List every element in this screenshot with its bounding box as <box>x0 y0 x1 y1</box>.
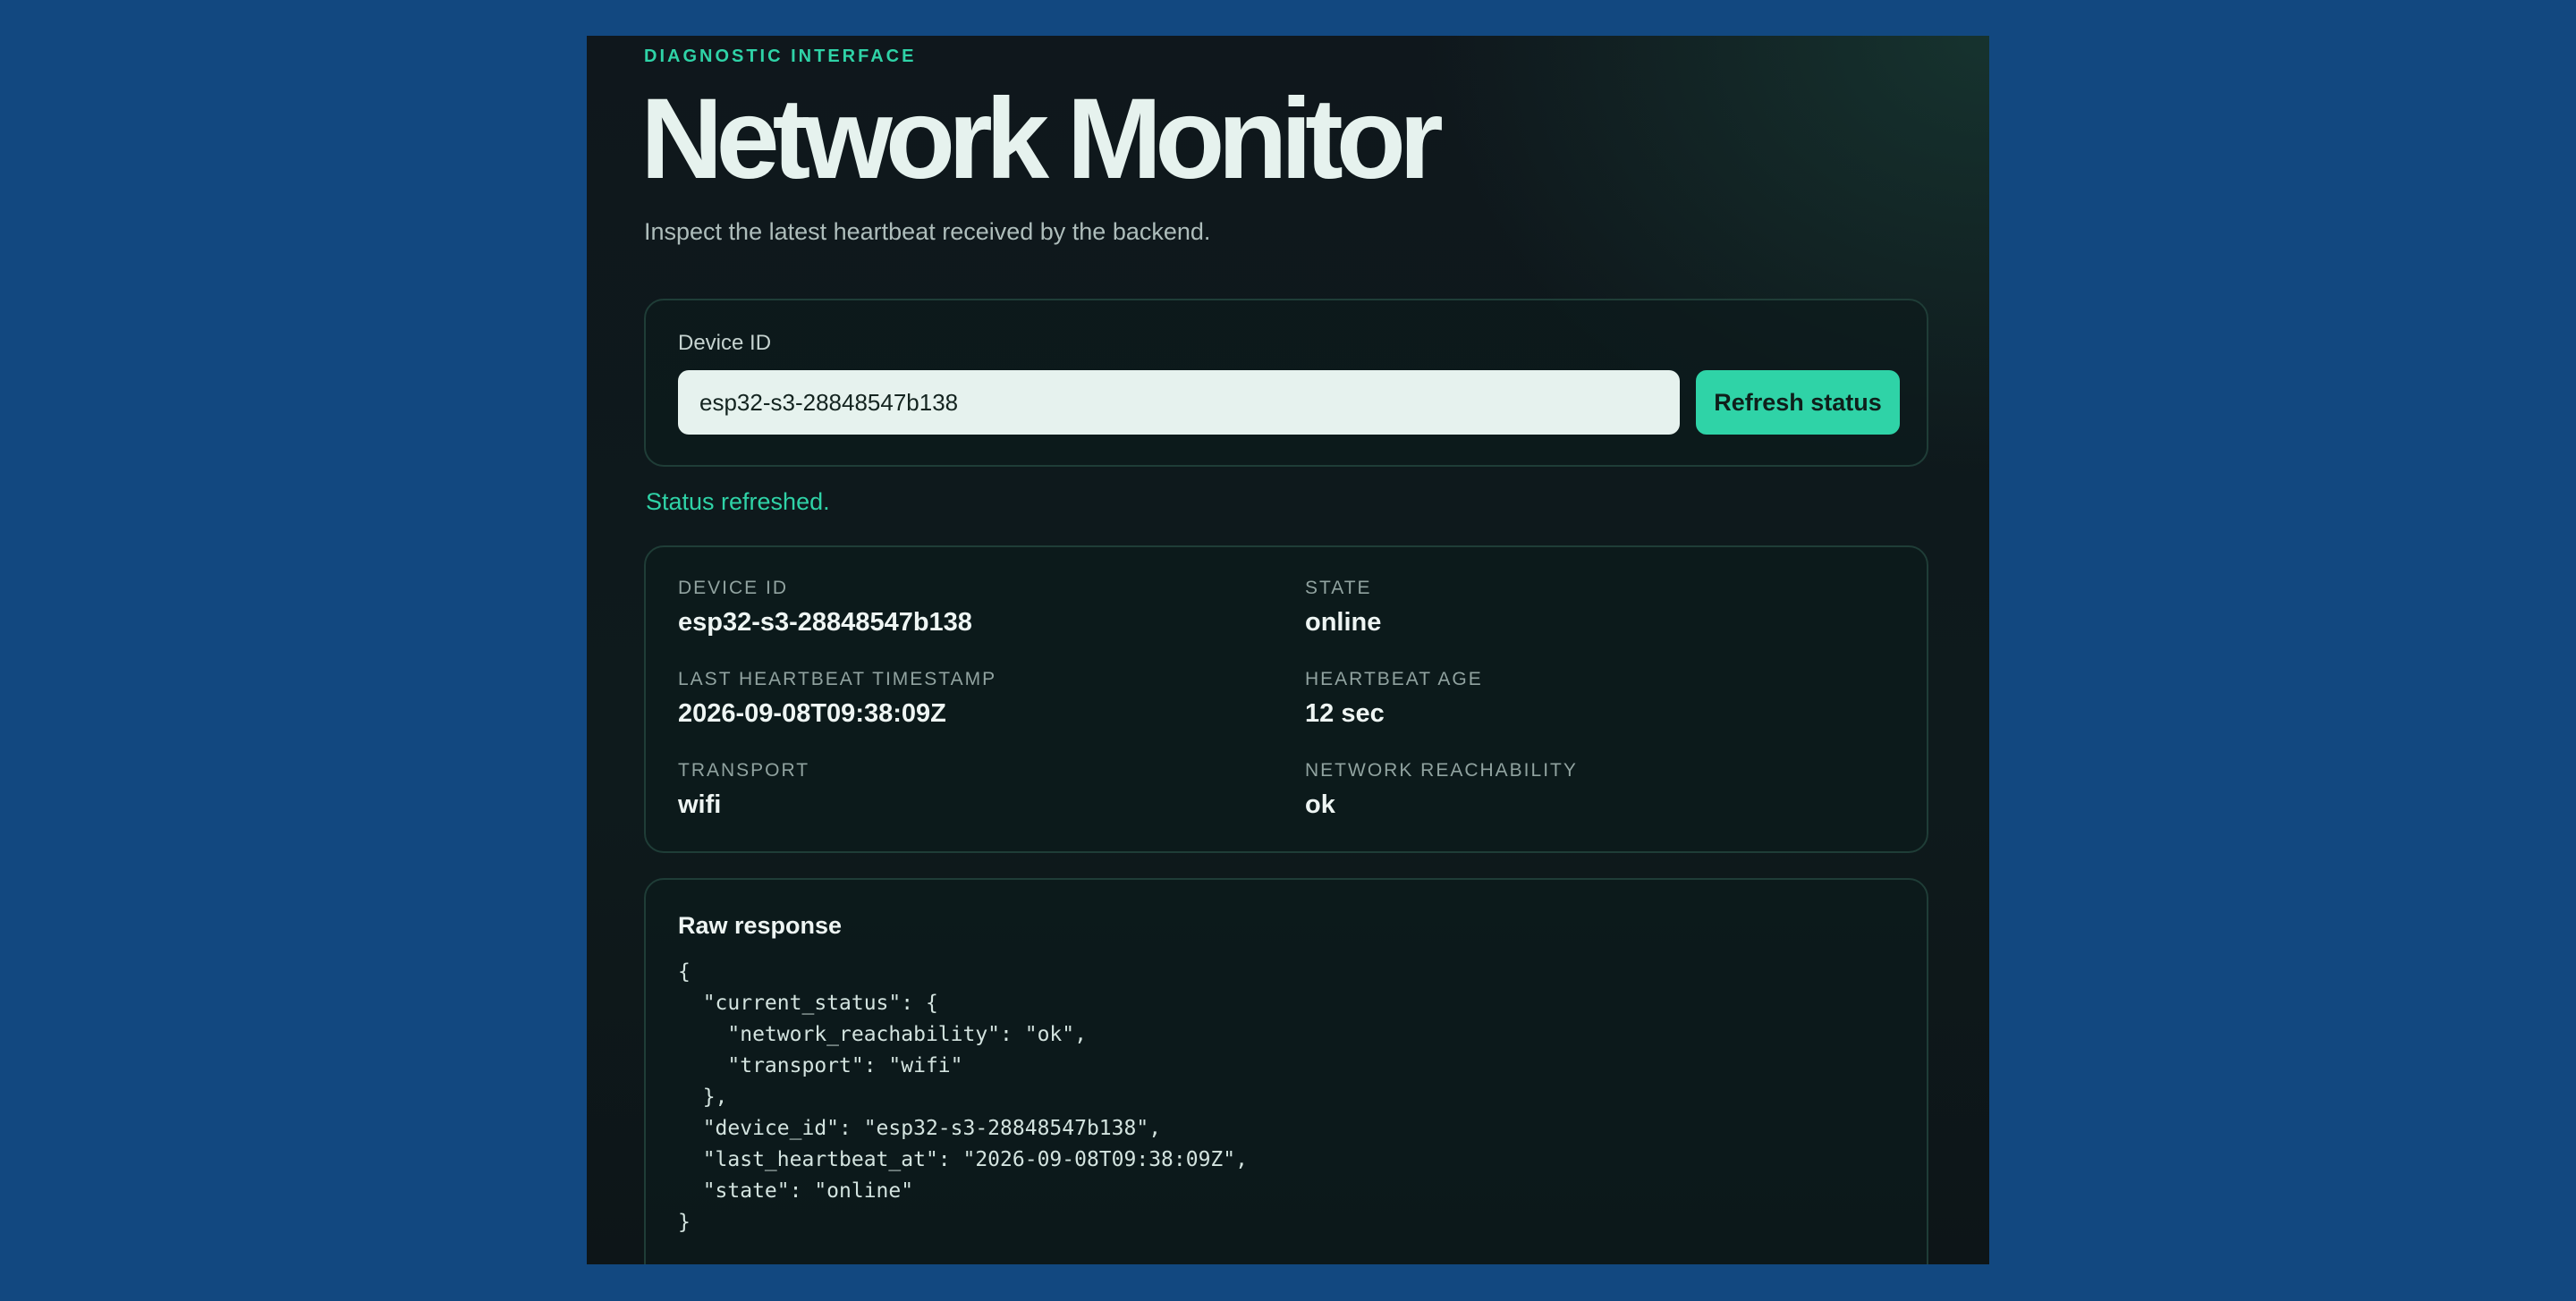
detail-value: ok <box>1305 790 1335 819</box>
detail-value: wifi <box>678 790 722 819</box>
page-subtitle: Inspect the latest heartbeat received by… <box>644 218 1211 245</box>
device-id-input[interactable] <box>678 370 1680 435</box>
eyebrow-label: DIAGNOSTIC INTERFACE <box>644 46 917 66</box>
detail-label: STATE <box>1305 578 1372 598</box>
detail-label: LAST HEARTBEAT TIMESTAMP <box>678 669 997 689</box>
refresh-status-button[interactable]: Refresh status <box>1696 370 1900 435</box>
detail-value: online <box>1305 608 1382 637</box>
detail-transport: TRANSPORT wifi <box>678 760 809 820</box>
detail-last-heartbeat: LAST HEARTBEAT TIMESTAMP 2026-09-08T09:3… <box>678 669 996 729</box>
raw-response-code: { "current_status": { "network_reachabil… <box>678 960 1248 1234</box>
status-message: Status refreshed. <box>646 488 830 515</box>
detail-value: esp32-s3-28848547b138 <box>678 608 972 637</box>
detail-device-id: DEVICE ID esp32-s3-28848547b138 <box>678 578 972 638</box>
device-id-label: Device ID <box>678 331 772 355</box>
detail-heartbeat-age: HEARTBEAT AGE 12 sec <box>1305 669 1483 729</box>
app-window: DIAGNOSTIC INTERFACE Network Monitor Ins… <box>587 36 1989 1264</box>
page-title: Network Monitor <box>640 75 1444 203</box>
raw-response-panel: Raw response { "current_status": { "netw… <box>644 878 1928 1264</box>
detail-value: 12 sec <box>1305 699 1385 728</box>
detail-state: STATE online <box>1305 578 1381 638</box>
detail-label: HEARTBEAT AGE <box>1305 669 1483 689</box>
detail-value: 2026-09-08T09:38:09Z <box>678 699 946 728</box>
raw-response-title: Raw response <box>678 912 843 939</box>
detail-network-reachability: NETWORK REACHABILITY ok <box>1305 760 1578 820</box>
detail-label: NETWORK REACHABILITY <box>1305 760 1578 781</box>
device-lookup-panel: Device ID Refresh status <box>644 299 1928 467</box>
detail-label: TRANSPORT <box>678 760 810 781</box>
detail-label: DEVICE ID <box>678 578 789 598</box>
device-details-panel: DEVICE ID esp32-s3-28848547b138 STATE on… <box>644 545 1928 853</box>
